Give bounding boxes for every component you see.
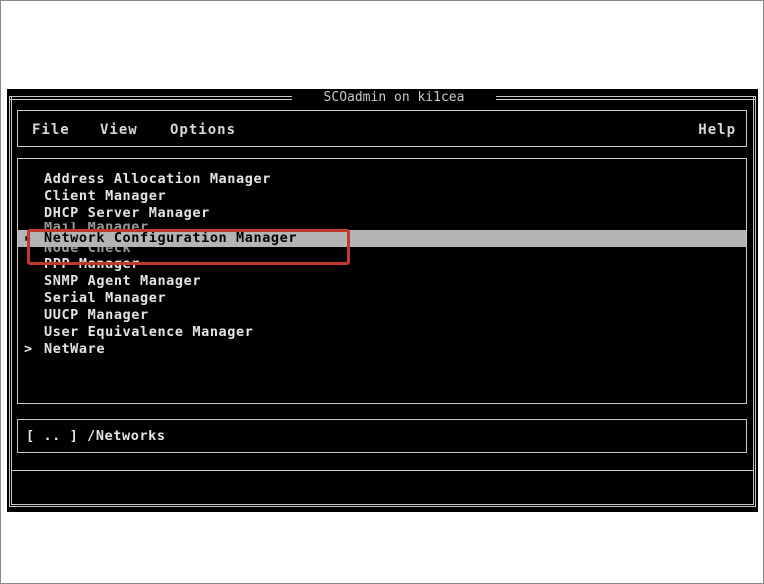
list-item-label: DHCP Server Manager	[44, 205, 210, 221]
list-item-node-check[interactable]: Node Check	[18, 247, 746, 256]
window-title: SCOadmin on ki1cea	[323, 90, 465, 105]
list-item-dhcp-server-manager[interactable]: DHCP Server Manager	[18, 205, 746, 222]
path-bar: [ .. ] /Networks	[17, 419, 747, 453]
list-item-label: Network Configuration Manager	[44, 230, 298, 246]
menu-view[interactable]: View	[100, 121, 138, 139]
list-item-snmp-agent-manager[interactable]: SNMP Agent Manager	[18, 273, 746, 290]
status-divider	[11, 470, 754, 471]
manager-list-items: Address Allocation Manager Client Manage…	[18, 171, 746, 358]
list-item-label: Serial Manager	[44, 290, 167, 306]
list-item-label: NetWare	[44, 341, 106, 357]
menu-help[interactable]: Help	[698, 121, 736, 139]
list-item-label: Mail Manager	[44, 222, 149, 230]
menu-bar: File View Options Help	[17, 110, 747, 147]
list-item-ppp-manager[interactable]: PPP Manager	[18, 256, 746, 273]
list-item-label: UUCP Manager	[44, 307, 149, 323]
list-item-client-manager[interactable]: Client Manager	[18, 188, 746, 205]
list-item-user-equivalence-manager[interactable]: User Equivalence Manager	[18, 324, 746, 341]
list-item-netware[interactable]: > NetWare	[18, 341, 746, 358]
list-item-network-configuration-manager[interactable]: ▸ Network Configuration Manager	[18, 230, 746, 247]
selection-arrow-icon: ▸	[24, 230, 33, 246]
expand-arrow-icon: >	[24, 341, 33, 357]
list-item-serial-manager[interactable]: Serial Manager	[18, 290, 746, 307]
menu-file[interactable]: File	[32, 121, 70, 139]
list-item-label: PPP Manager	[44, 256, 141, 272]
current-path: [ .. ] /Networks	[26, 428, 166, 444]
list-item-mail-manager[interactable]: Mail Manager	[18, 222, 746, 230]
title-rule-right	[496, 96, 756, 100]
list-item-label: Address Allocation Manager	[44, 171, 271, 187]
list-item-label: User Equivalence Manager	[44, 324, 254, 340]
manager-list: Address Allocation Manager Client Manage…	[17, 158, 747, 404]
screenshot-frame: SCOadmin on ki1cea File View Options Hel…	[0, 0, 764, 584]
title-rule-left	[9, 96, 292, 100]
list-item-label: Client Manager	[44, 188, 167, 204]
list-item-address-allocation-manager[interactable]: Address Allocation Manager	[18, 171, 746, 188]
list-item-label: Node Check	[44, 247, 132, 256]
list-item-uucp-manager[interactable]: UUCP Manager	[18, 307, 746, 324]
menu-options[interactable]: Options	[170, 121, 236, 139]
list-item-label: SNMP Agent Manager	[44, 273, 202, 289]
terminal-window: SCOadmin on ki1cea File View Options Hel…	[7, 89, 758, 512]
